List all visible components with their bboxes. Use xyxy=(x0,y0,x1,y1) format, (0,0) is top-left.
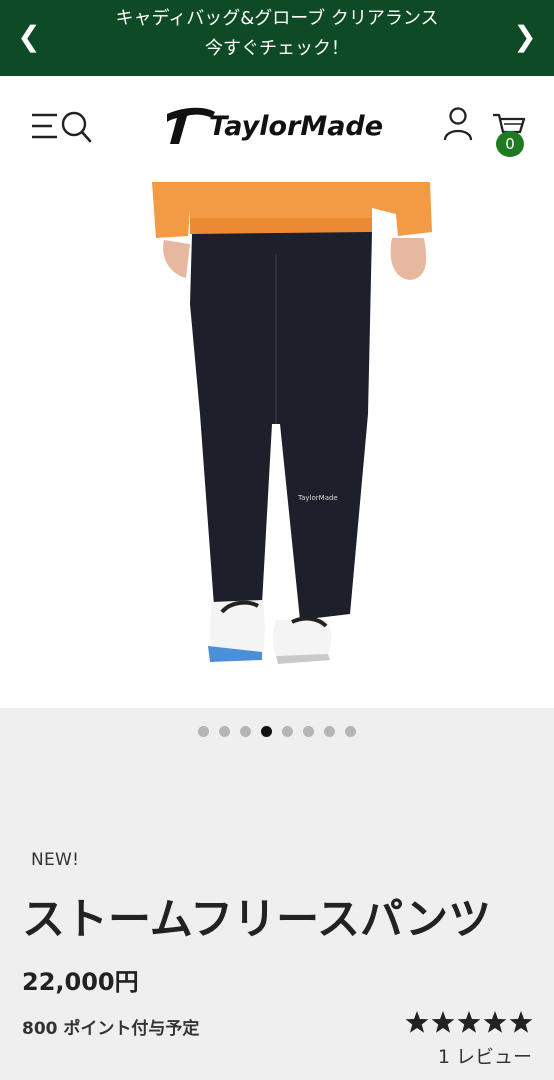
promo-line-1: キャディバッグ&グローブ クリアランス xyxy=(115,8,439,29)
product-price: 22,000円 xyxy=(22,968,139,996)
hamburger-search-icon xyxy=(32,111,92,143)
gallery-dot[interactable] xyxy=(198,726,209,737)
cart-count-badge: 0 xyxy=(496,131,524,157)
star-icon xyxy=(405,1011,429,1033)
product-photo: TaylorMade xyxy=(0,174,554,708)
gallery-dot[interactable] xyxy=(261,726,272,737)
logo-mark: TaylorMade xyxy=(167,107,383,144)
promo-banner: ❮ キャディバッグ&グローブ クリアランス 今すぐチェック！ ❯ xyxy=(0,0,554,76)
account-button[interactable] xyxy=(442,106,474,144)
review-count-link[interactable]: 1 レビュー xyxy=(438,1042,532,1069)
reward-points: 800 ポイント付与予定 xyxy=(22,1019,200,1039)
gallery-dot[interactable] xyxy=(219,726,230,737)
promo-text[interactable]: キャディバッグ&グローブ クリアランス 今すぐチェック！ xyxy=(60,4,494,64)
product-title: ストームフリースパンツ xyxy=(22,895,492,945)
chevron-left-icon[interactable]: ❮ xyxy=(14,19,44,55)
star-rating-icons xyxy=(405,1011,533,1033)
gallery-dot[interactable] xyxy=(345,726,356,737)
gallery-dot[interactable] xyxy=(240,726,251,737)
chevron-right-icon[interactable]: ❯ xyxy=(510,19,540,55)
star-icon xyxy=(431,1011,455,1033)
user-icon xyxy=(443,107,473,141)
rating-stars[interactable] xyxy=(404,1010,534,1036)
gallery-dot[interactable] xyxy=(303,726,314,737)
product-image[interactable]: TaylorMade xyxy=(0,174,554,708)
promo-line-2: 今すぐチェック！ xyxy=(205,38,349,59)
logo-text: TaylorMade xyxy=(209,111,383,142)
star-icon xyxy=(509,1011,533,1033)
new-badge: NEW! xyxy=(31,850,80,870)
gallery-dot[interactable] xyxy=(282,726,293,737)
gallery-pagination xyxy=(0,726,554,742)
star-icon xyxy=(457,1011,481,1033)
gallery-dot[interactable] xyxy=(324,726,335,737)
menu-button[interactable] xyxy=(30,110,94,144)
svg-text:TaylorMade: TaylorMade xyxy=(297,494,338,502)
star-icon xyxy=(483,1011,507,1033)
taylormade-logo[interactable]: TaylorMade xyxy=(165,104,387,148)
